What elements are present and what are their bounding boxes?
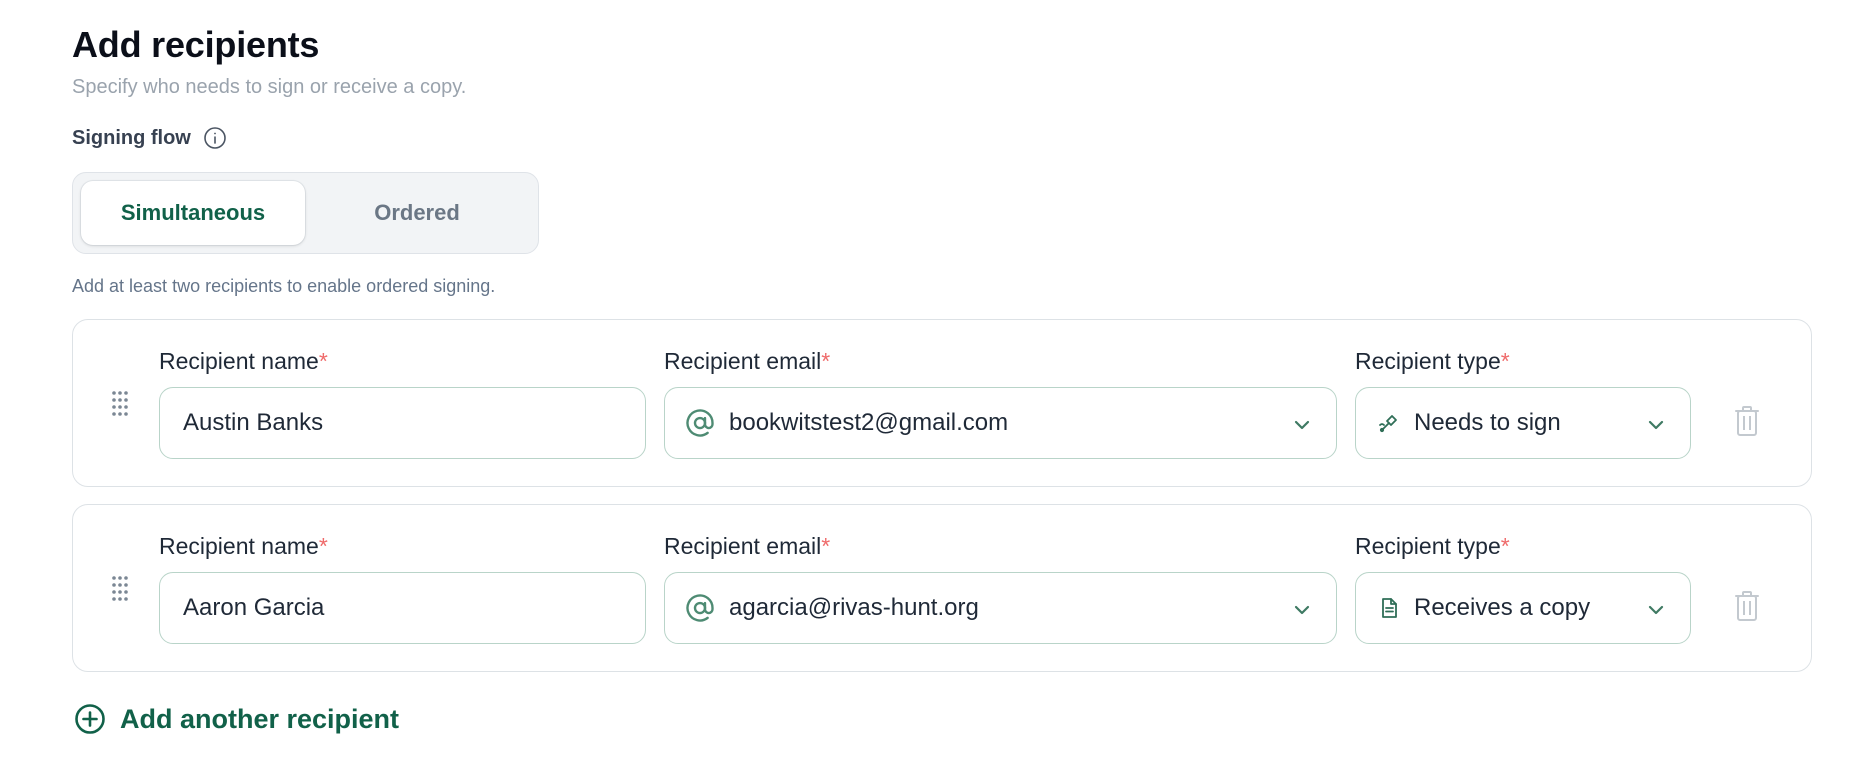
required-marker: *: [821, 348, 831, 374]
chevron-down-icon[interactable]: [1292, 414, 1312, 434]
page-title: Add recipients: [72, 24, 320, 65]
recipient-name-value: Aaron Garcia: [183, 594, 325, 621]
recipient-email-value: bookwitstest2@gmail.com: [729, 409, 1009, 436]
required-marker: *: [1500, 533, 1510, 559]
recipient-name-value: Austin Banks: [183, 409, 324, 436]
info-circle-icon[interactable]: [203, 126, 227, 150]
recipient-email-label: Recipient email*: [664, 533, 830, 560]
at-sign-icon: [685, 408, 715, 438]
drag-handle-icon[interactable]: [111, 575, 129, 601]
recipient-name-label-text: Recipient name: [159, 533, 319, 559]
required-marker: *: [318, 533, 328, 559]
signing-flow-option-simultaneous[interactable]: Simultaneous: [81, 181, 305, 245]
delete-recipient-icon[interactable]: [1733, 590, 1761, 622]
add-another-recipient-button[interactable]: Add another recipient: [74, 703, 399, 735]
recipient-email-label-text: Recipient email: [664, 533, 822, 559]
delete-recipient-icon[interactable]: [1733, 405, 1761, 437]
document-icon: [1378, 597, 1400, 619]
recipient-name-label: Recipient name*: [159, 533, 328, 560]
chevron-down-icon[interactable]: [1646, 599, 1666, 619]
recipient-email-label-text: Recipient email: [664, 348, 822, 374]
recipient-name-input[interactable]: Austin Banks: [159, 387, 646, 459]
page-subtitle: Specify who needs to sign or receive a c…: [72, 76, 467, 98]
recipient-type-value: Receives a copy: [1414, 594, 1591, 621]
required-marker: *: [1500, 348, 1510, 374]
recipient-email-select[interactable]: bookwitstest2@gmail.com: [664, 387, 1337, 459]
add-recipients-page: Add recipients Specify who needs to sign…: [72, 0, 1812, 768]
drag-handle-icon[interactable]: [111, 390, 129, 416]
chevron-down-icon[interactable]: [1646, 414, 1666, 434]
recipient-type-label: Recipient type*: [1355, 348, 1510, 375]
recipient-email-value: agarcia@rivas-hunt.org: [729, 594, 979, 621]
required-marker: *: [318, 348, 328, 374]
chevron-down-icon[interactable]: [1292, 599, 1312, 619]
recipient-type-label: Recipient type*: [1355, 533, 1510, 560]
plus-circle-icon: [74, 703, 106, 735]
add-another-recipient-label: Add another recipient: [120, 703, 400, 734]
signing-flow-label: Signing flow: [72, 126, 227, 150]
recipient-type-value: Needs to sign: [1414, 409, 1561, 436]
recipient-type-select[interactable]: Receives a copy: [1355, 572, 1691, 644]
signing-flow-option-ordered[interactable]: Ordered: [305, 181, 529, 245]
recipient-type-label-text: Recipient type: [1355, 533, 1501, 559]
recipient-type-select[interactable]: Needs to sign: [1355, 387, 1691, 459]
pen-nib-icon: [1378, 412, 1400, 434]
signing-flow-toggle: Simultaneous Ordered: [72, 172, 539, 254]
recipient-type-label-text: Recipient type: [1355, 348, 1501, 374]
signing-flow-label-text: Signing flow: [72, 126, 191, 149]
at-sign-icon: [685, 593, 715, 623]
recipient-name-label: Recipient name*: [159, 348, 328, 375]
signing-flow-hint: Add at least two recipients to enable or…: [72, 276, 496, 296]
recipient-row: Recipient name* Recipient email* Recipie…: [72, 504, 1812, 672]
recipient-email-select[interactable]: agarcia@rivas-hunt.org: [664, 572, 1337, 644]
recipient-name-label-text: Recipient name: [159, 348, 319, 374]
recipient-name-input[interactable]: Aaron Garcia: [159, 572, 646, 644]
recipient-row: Recipient name* Recipient email* Recipie…: [72, 319, 1812, 487]
required-marker: *: [821, 533, 831, 559]
recipient-email-label: Recipient email*: [664, 348, 830, 375]
